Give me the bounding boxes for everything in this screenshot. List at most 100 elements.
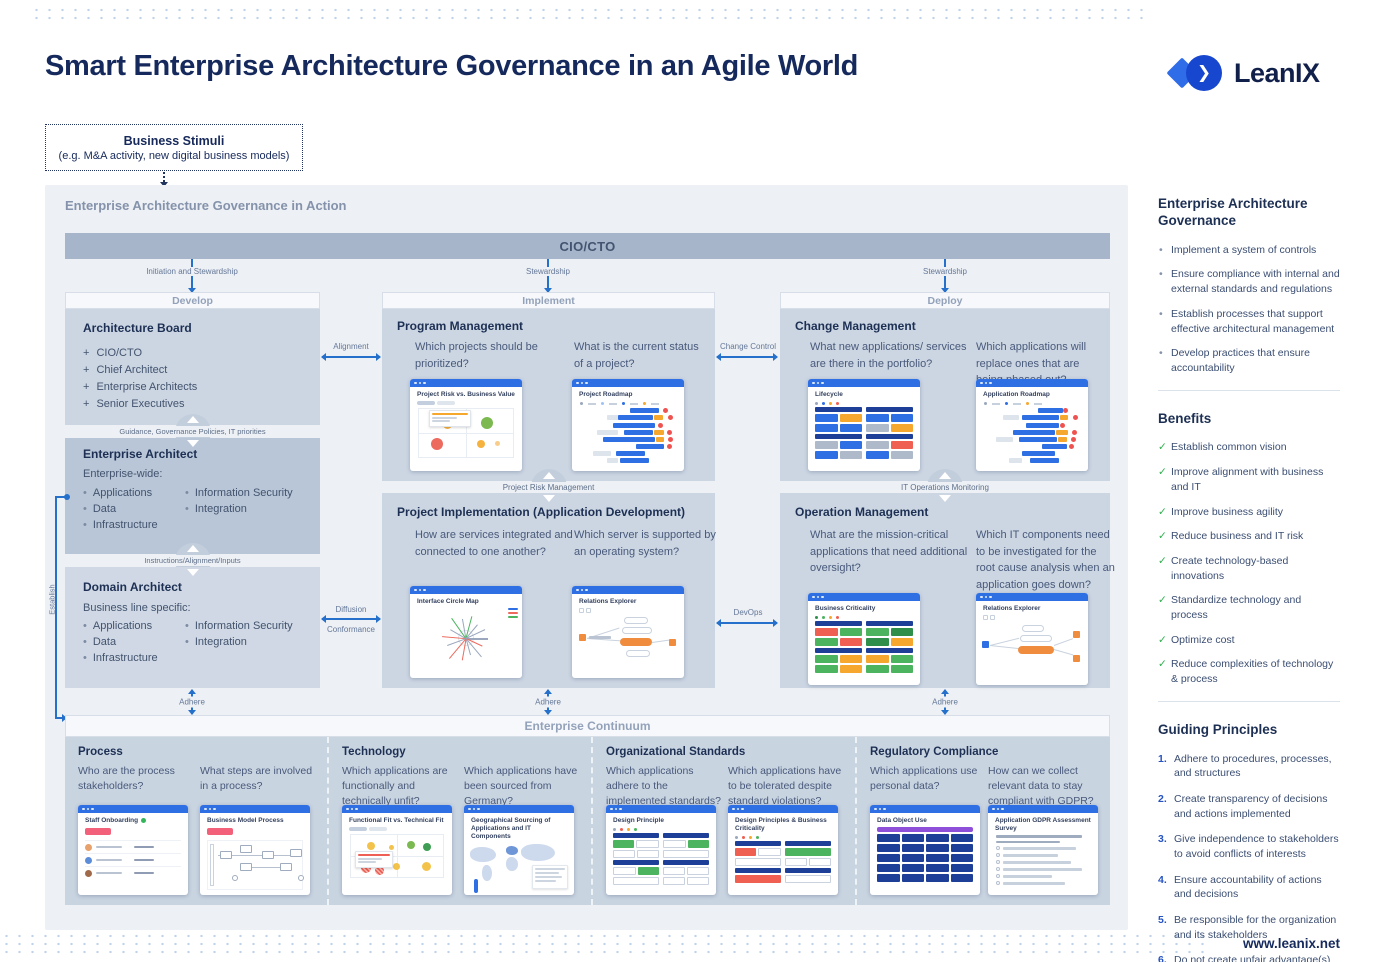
mini-window-bar	[808, 379, 920, 387]
mini-screenshot-lifecycle: Lifecycle	[808, 379, 920, 471]
leanix-logo: LeanIX	[1168, 52, 1320, 94]
arrow-stewardship-deploy: Stewardship	[944, 259, 946, 292]
implement-column-header: Implement	[382, 292, 715, 309]
world-map	[468, 843, 570, 895]
list-item: Applications	[83, 620, 152, 632]
divider-project-risk-management: Project Risk Management	[382, 481, 715, 493]
enterprise-architect-title: Enterprise Architect	[83, 447, 197, 461]
change-management-title: Change Management	[795, 319, 916, 333]
mini-screenshot-title: Relations Explorer	[572, 594, 684, 608]
circle-map-chart	[410, 608, 522, 664]
business-stimuli-title: Business Stimuli	[124, 134, 225, 148]
mini-screenshot-relations-explorer-2: Relations Explorer	[976, 593, 1088, 685]
domain-architect-scope: Business line specific:	[83, 602, 191, 614]
tile-board	[728, 841, 838, 885]
guiding-principles-list: Adhere to procedures, processes, and str…	[1158, 752, 1340, 962]
continuum-group-process: Process Who are the process stakeholders…	[65, 737, 327, 905]
mini-window-bar	[410, 586, 522, 594]
tile-board	[808, 407, 920, 461]
domain-architect-card: Domain Architect Business line specific:…	[65, 567, 320, 688]
mini-screenshot-title: Lifecycle	[808, 387, 920, 401]
mini-screenshot-title: Business Criticality	[808, 601, 920, 615]
gantt-chart	[976, 408, 1088, 464]
chevron-up-icon	[939, 472, 951, 479]
mini-window-bar	[572, 586, 684, 594]
alignment-label: Alignment	[320, 342, 382, 351]
devops-label: DevOps	[713, 608, 783, 617]
project-implementation-title: Project Implementation (Application Deve…	[397, 505, 685, 519]
enterprise-continuum-body: Process Who are the process stakeholders…	[65, 737, 1110, 905]
list-item: Data	[83, 636, 116, 648]
change-management-section: Change Management What new applications/…	[780, 309, 1110, 481]
question: Which applications use personal data?	[870, 764, 980, 794]
sidebar-divider	[1158, 701, 1340, 702]
gantt-legend	[976, 401, 1088, 408]
question: What is the current status of a project?	[574, 339, 709, 372]
question: Which IT components need to be investiga…	[976, 527, 1118, 593]
program-management-title: Program Management	[397, 319, 523, 333]
mini-window-bar	[200, 805, 310, 813]
group-title: Organizational Standards	[606, 746, 745, 758]
adhere-arrow-develop: Adhere	[191, 690, 193, 714]
gantt-legend	[572, 401, 684, 408]
question: Who are the process stakeholders?	[78, 764, 190, 794]
guiding-principles-title: Guiding Principles	[1158, 722, 1340, 739]
mini-screenshot-title: Interface Circle Map	[410, 594, 522, 608]
mini-screenshot-project-roadmap: Project Roadmap	[572, 379, 684, 471]
question: Which projects should be prioritized?	[415, 339, 567, 372]
architecture-board-title: Architecture Board	[83, 321, 192, 335]
mini-screenshot-title: Geographical Sourcing of Applications an…	[464, 813, 574, 843]
list-item: Reduce business and IT risk	[1158, 529, 1340, 544]
board-item: Enterprise Architects	[83, 381, 197, 393]
mini-screenshot-title: Design Principles & Business Criticality	[728, 813, 838, 835]
group-title: Regulatory Compliance	[870, 746, 998, 758]
cio-cto-bar: CIO/CTO	[65, 233, 1110, 259]
business-stimuli-box: Business Stimuli (e.g. M&A activity, new…	[45, 124, 303, 171]
board-item: Chief Architect	[83, 364, 167, 376]
operation-management-title: Operation Management	[795, 505, 928, 519]
mini-screenshot-design-principles-criticality: Design Principles & Business Criticality	[728, 805, 838, 895]
dotted-decoration-bottom	[0, 932, 1205, 957]
mini-tabs	[410, 401, 522, 407]
mini-tabs	[342, 827, 452, 833]
mini-screenshot-business-model-process: Business Model Process	[200, 805, 310, 895]
mini-window-bar	[728, 805, 838, 813]
page-title: Smart Enterprise Architecture Governance…	[45, 50, 858, 83]
list-item: Create transparency of decisions and act…	[1158, 792, 1340, 821]
develop-column-header: Develop	[65, 292, 320, 309]
mini-screenshot-title: Design Principle	[606, 813, 716, 827]
diffusion-label: Diffusion	[320, 605, 382, 614]
divider-instructions: Instructions/Alignment/Inputs	[65, 554, 320, 567]
mini-screenshot-application-roadmap: Application Roadmap	[976, 379, 1088, 471]
status-dot-icon	[141, 818, 146, 823]
mini-screenshot-relations-explorer: Relations Explorer	[572, 586, 684, 678]
question: Which applications have to be tolerated …	[728, 764, 846, 810]
alignment-arrow	[322, 356, 380, 358]
diffusion-conformance-arrow	[322, 618, 380, 620]
question: Which applications are functionally and …	[342, 764, 457, 810]
tile-board	[808, 621, 920, 675]
list-item: Implement a system of controls	[1158, 243, 1340, 258]
relations-graph	[976, 615, 1088, 671]
enterprise-continuum-header: Enterprise Continuum	[65, 715, 1110, 737]
tile-board	[606, 833, 716, 887]
list-item: Information Security	[185, 487, 293, 499]
enterprise-architect-card: Enterprise Architect Enterprise-wide: Ap…	[65, 438, 320, 554]
chevron-down-icon	[187, 569, 199, 576]
mini-window-bar	[988, 805, 1098, 813]
mini-screenshot-title: Application GDPR Assessment Survey	[988, 813, 1098, 835]
question: How can we collect relevant data to stay…	[988, 764, 1103, 810]
mini-screenshot-title: Data Object Use	[870, 813, 980, 827]
operation-management-section: Operation Management What are the missio…	[780, 493, 1110, 688]
board-item: CIO/CTO	[83, 347, 142, 359]
implement-column: Program Management Which projects should…	[382, 309, 715, 688]
governance-list: Implement a system of controls Ensure co…	[1158, 243, 1340, 376]
footer-link[interactable]: www.leanix.net	[1243, 936, 1340, 951]
benefits-section-title: Benefits	[1158, 411, 1340, 428]
mini-screenshot-title: Application Roadmap	[976, 387, 1088, 401]
stakeholder-list	[78, 828, 188, 879]
mini-screenshot-title: Functional Fit vs. Technical Fit	[342, 813, 452, 827]
mini-screenshot-functional-fit: Functional Fit vs. Technical Fit	[342, 805, 452, 895]
list-item: Integration	[185, 636, 247, 648]
governance-in-action-panel: Enterprise Architecture Governance in Ac…	[45, 185, 1128, 930]
